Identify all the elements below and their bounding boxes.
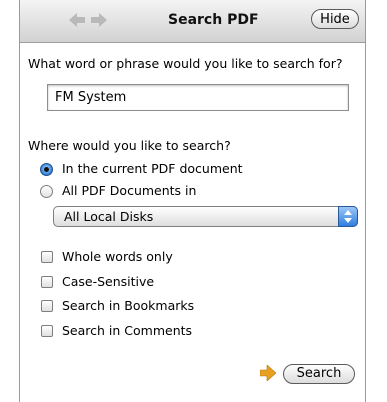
search-pdf-panel: Search PDF Hide What word or phrase woul…	[19, 0, 366, 402]
checkbox-comments[interactable]	[41, 325, 53, 337]
search-scope-select[interactable]: All Local Disks	[53, 206, 358, 227]
search-phrase-prompt: What word or phrase would you like to se…	[28, 56, 343, 71]
hide-button[interactable]: Hide	[311, 9, 359, 29]
search-scope-value: All Local Disks	[64, 209, 154, 224]
back-arrow-icon[interactable]	[69, 13, 85, 27]
radio-all-documents-label: All PDF Documents in	[62, 183, 197, 198]
checkbox-comments-label: Search in Comments	[62, 323, 193, 338]
forward-arrow-icon[interactable]	[91, 13, 107, 27]
radio-all-documents[interactable]	[40, 185, 53, 198]
checkbox-case-sensitive-label: Case-Sensitive	[62, 274, 155, 289]
search-arrow-icon	[260, 365, 276, 381]
checkbox-whole-words[interactable]	[41, 251, 53, 263]
checkbox-bookmarks[interactable]	[41, 300, 53, 312]
checkbox-case-sensitive[interactable]	[41, 276, 53, 288]
updown-chevron-icon	[344, 210, 352, 223]
search-location-prompt: Where would you like to search?	[28, 138, 231, 153]
title-bar: Search PDF Hide	[20, 0, 365, 43]
select-arrows-icon	[338, 206, 358, 227]
search-phrase-input[interactable]: FM System	[47, 84, 349, 111]
search-button[interactable]: Search	[283, 364, 355, 384]
radio-current-document-label: In the current PDF document	[62, 161, 243, 176]
checkbox-bookmarks-label: Search in Bookmarks	[62, 298, 195, 313]
panel-title: Search PDF	[168, 12, 259, 28]
radio-current-document[interactable]	[40, 163, 53, 176]
checkbox-whole-words-label: Whole words only	[62, 249, 173, 264]
